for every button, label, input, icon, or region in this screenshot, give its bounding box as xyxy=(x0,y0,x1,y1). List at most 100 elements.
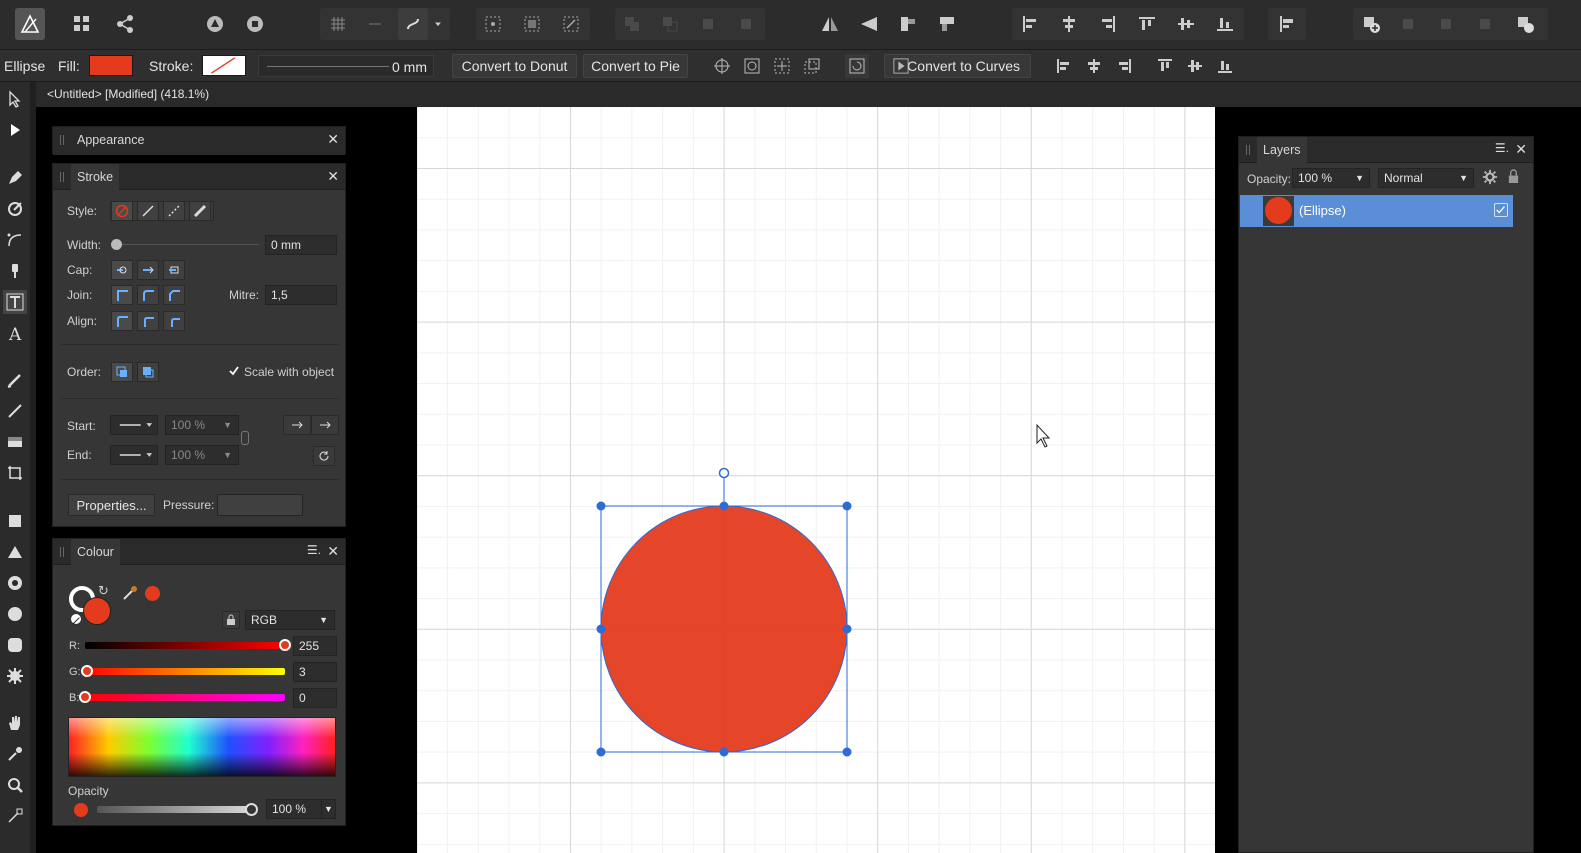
g-slider-handle[interactable] xyxy=(81,665,94,677)
ellipse-tool-icon[interactable] xyxy=(3,602,27,626)
force-pixel-icon[interactable] xyxy=(398,8,428,40)
start-scale-field[interactable]: 100 % ▼ xyxy=(165,415,239,435)
rotation-handle[interactable] xyxy=(718,467,730,479)
select-shape-icon[interactable] xyxy=(556,8,586,40)
dropdown-arrow-icon[interactable]: ▼ xyxy=(321,800,335,818)
end-arrowhead-select[interactable] xyxy=(110,445,158,465)
align-top-icon[interactable] xyxy=(1132,8,1162,40)
zoom-tool-icon[interactable] xyxy=(3,773,27,797)
r-slider-handle[interactable] xyxy=(279,639,291,651)
frame-text-tool-icon[interactable] xyxy=(3,290,27,314)
triangle-tool-icon[interactable] xyxy=(3,540,27,564)
ctx-align-middle-icon[interactable] xyxy=(1183,54,1207,78)
rotate-right-icon[interactable] xyxy=(932,8,962,40)
artistic-text-tool-icon[interactable]: A xyxy=(3,321,27,345)
crosshair-icon[interactable] xyxy=(710,54,734,78)
dashed-line-style-icon[interactable] xyxy=(163,201,185,221)
stroke-panel-header[interactable]: Stroke ✕ xyxy=(53,164,345,190)
swap-arrows-icon[interactable] xyxy=(313,446,335,466)
pen-tool-icon[interactable] xyxy=(3,166,27,190)
persona-pixel-icon[interactable] xyxy=(240,8,270,40)
end-scale-field[interactable]: 100 % ▼ xyxy=(165,445,239,465)
boolean-subtract-icon[interactable] xyxy=(655,8,685,40)
insert-icon[interactable] xyxy=(1356,8,1386,40)
layers-panel-header[interactable]: Layers ☰. ✕ xyxy=(1239,137,1533,163)
align-left-icon[interactable] xyxy=(1015,8,1045,40)
lock-icon[interactable] xyxy=(222,611,240,629)
rectangle-tool-icon[interactable] xyxy=(3,509,27,533)
layer-row[interactable]: (Ellipse) xyxy=(1240,195,1513,227)
pencil-icon[interactable] xyxy=(3,399,27,423)
resize-handle-s[interactable] xyxy=(719,747,729,757)
panel-menu-icon[interactable]: ☰. xyxy=(307,543,321,557)
share-icon[interactable] xyxy=(110,8,140,40)
grip-icon[interactable] xyxy=(60,172,64,182)
move-tool-icon[interactable] xyxy=(3,87,27,111)
stroke-front-icon[interactable] xyxy=(137,362,159,382)
resize-handle-ne[interactable] xyxy=(842,501,852,511)
gear-icon[interactable] xyxy=(1482,169,1500,187)
ctx-align-right-icon[interactable] xyxy=(1112,54,1136,78)
r-value-field[interactable]: 255 xyxy=(293,636,337,656)
persona-designer-icon[interactable] xyxy=(200,8,230,40)
bevel-join-icon[interactable] xyxy=(163,285,185,305)
fill-swatch[interactable] xyxy=(89,55,133,76)
fit-icon[interactable] xyxy=(800,54,824,78)
texture-line-style-icon[interactable] xyxy=(189,201,211,221)
arrange-1-icon[interactable] xyxy=(1393,8,1423,40)
colour-spectrum[interactable] xyxy=(68,717,336,777)
blend-mode-select[interactable]: Normal ▼ xyxy=(1378,168,1474,188)
arrow-start-icon[interactable] xyxy=(283,415,311,435)
align-bottom-icon[interactable] xyxy=(1210,8,1240,40)
grip-icon[interactable] xyxy=(60,135,64,145)
resize-handle-nw[interactable] xyxy=(596,501,606,511)
miter-join-icon[interactable] xyxy=(111,285,133,305)
fill-colour-well[interactable] xyxy=(83,597,111,625)
snap-icon[interactable] xyxy=(360,8,390,40)
align-outside-stroke-icon[interactable] xyxy=(163,311,185,331)
convert-to-donut-button[interactable]: Convert to Donut xyxy=(452,54,577,78)
transform-origin-icon[interactable] xyxy=(478,8,508,40)
layers-opacity-field[interactable]: 100 % ▼ xyxy=(1292,168,1370,188)
mitre-field[interactable]: 1,5 xyxy=(265,285,337,305)
colour-panel-header[interactable]: Colour ☰. ✕ xyxy=(53,539,345,565)
ctx-align-left-icon[interactable] xyxy=(1052,54,1076,78)
donut-tool-icon[interactable] xyxy=(3,571,27,595)
width-slider-handle[interactable] xyxy=(111,239,122,250)
picked-colour-swatch[interactable] xyxy=(145,586,160,601)
b-value-field[interactable]: 0 xyxy=(293,688,337,708)
colour-mode-select[interactable]: RGB ▼ xyxy=(245,610,335,630)
pressure-graph[interactable] xyxy=(217,494,303,516)
rotate-icon[interactable] xyxy=(845,54,869,78)
solid-line-style-icon[interactable] xyxy=(137,201,159,221)
close-icon[interactable]: ✕ xyxy=(327,543,339,560)
close-icon[interactable]: ✕ xyxy=(327,131,339,148)
flip-horizontal-icon[interactable] xyxy=(815,8,845,40)
ctx-align-top-icon[interactable] xyxy=(1153,54,1177,78)
rotate-left-icon[interactable] xyxy=(893,8,923,40)
fill-tool-icon[interactable] xyxy=(3,804,27,828)
g-slider-track[interactable] xyxy=(81,665,285,677)
flip-vertical-icon[interactable] xyxy=(854,8,884,40)
ctx-align-bottom-icon[interactable] xyxy=(1213,54,1237,78)
pencil-tool-icon[interactable] xyxy=(3,197,27,221)
appearance-panel-header[interactable]: Appearance ✕ xyxy=(53,127,345,155)
eyedropper-icon[interactable] xyxy=(121,584,139,602)
studio-grid-icon[interactable] xyxy=(67,8,97,40)
select-bounds-icon[interactable] xyxy=(517,8,547,40)
snap-dropdown-icon[interactable] xyxy=(430,8,446,40)
g-value-field[interactable]: 3 xyxy=(293,662,337,682)
round-join-icon[interactable] xyxy=(137,285,159,305)
boolean-add-icon[interactable] xyxy=(617,8,647,40)
layer-visibility-checkbox[interactable] xyxy=(1494,203,1508,217)
scale-with-object-checkbox[interactable] xyxy=(228,365,240,377)
link-icon[interactable] xyxy=(241,431,249,445)
affinity-logo-icon[interactable] xyxy=(15,8,45,40)
distribute-icon[interactable] xyxy=(1272,8,1302,40)
b-slider-handle[interactable] xyxy=(79,691,91,703)
document-tab[interactable]: <Untitled> [Modified] (418.1%) xyxy=(36,82,1581,107)
expand-icon[interactable] xyxy=(770,54,794,78)
gradient-tool-icon[interactable] xyxy=(3,430,27,454)
brush-tool-icon[interactable] xyxy=(3,259,27,283)
arrange-3-icon[interactable] xyxy=(1470,8,1500,40)
